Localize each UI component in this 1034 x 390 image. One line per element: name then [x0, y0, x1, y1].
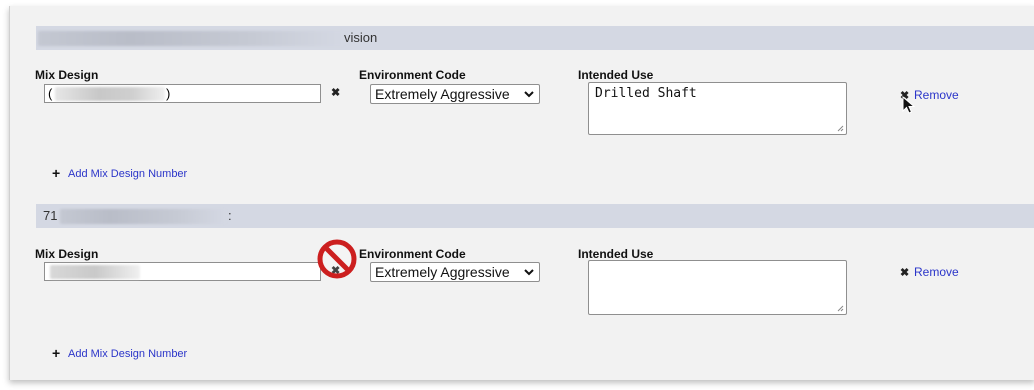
mouse-pointer-icon	[902, 96, 916, 114]
redacted-text	[50, 265, 140, 279]
clear-mix-design-icon[interactable]: ✖	[331, 86, 340, 99]
remove-icon[interactable]: ✖	[900, 266, 909, 279]
chevron-down-icon	[524, 87, 534, 107]
environment-code-label: Environment Code	[359, 68, 466, 82]
remove-button[interactable]: Remove	[914, 265, 959, 279]
mix-design-value-prefix: (	[48, 86, 53, 101]
environment-code-label: Environment Code	[359, 247, 466, 261]
section-header-suffix: :	[228, 208, 232, 223]
section-header-1: vision	[36, 26, 1034, 50]
resize-grip-icon[interactable]	[837, 125, 844, 132]
mix-design-label: Mix Design	[35, 68, 99, 82]
mix-design-label: Mix Design	[35, 247, 99, 261]
section-header-2: 71 :	[36, 204, 1034, 228]
section-header-text: vision	[344, 30, 378, 45]
environment-code-value: Extremely Aggressive	[375, 86, 510, 102]
environment-code-select[interactable]: Extremely Aggressive	[370, 84, 540, 104]
environment-code-value: Extremely Aggressive	[375, 264, 510, 280]
redacted-text	[38, 31, 344, 46]
mix-design-input[interactable]	[44, 262, 321, 281]
environment-code-select[interactable]: Extremely Aggressive	[370, 262, 540, 282]
intended-use-textarea[interactable]	[588, 260, 847, 315]
chevron-down-icon	[524, 265, 534, 285]
intended-use-value: Drilled Shaft	[595, 86, 697, 101]
prohibited-icon	[317, 239, 357, 279]
mix-design-value-suffix: )	[166, 86, 171, 101]
resize-grip-icon[interactable]	[837, 305, 844, 312]
intended-use-textarea[interactable]: Drilled Shaft	[588, 82, 847, 135]
plus-icon: +	[52, 345, 61, 361]
redacted-text	[55, 87, 165, 101]
intended-use-label: Intended Use	[578, 68, 654, 82]
redacted-text	[60, 209, 226, 224]
intended-use-label: Intended Use	[578, 247, 654, 261]
remove-button[interactable]: Remove	[914, 88, 959, 102]
add-mix-design-button[interactable]: Add Mix Design Number	[68, 348, 187, 360]
section-header-text: 71	[43, 208, 58, 223]
plus-icon: +	[52, 165, 61, 181]
mix-design-panel	[9, 6, 1034, 380]
add-mix-design-button[interactable]: Add Mix Design Number	[68, 168, 187, 180]
mix-design-input[interactable]: ( )	[44, 84, 321, 103]
